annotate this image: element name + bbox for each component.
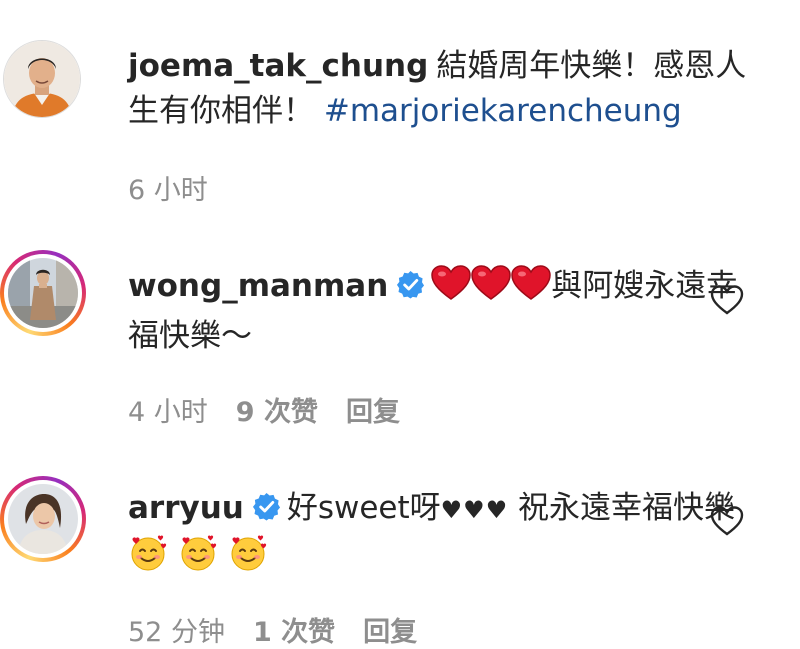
comment-body: 好sweet呀: [286, 490, 441, 526]
avatar[interactable]: [3, 40, 81, 118]
verified-badge-icon: [396, 270, 425, 299]
reply-button[interactable]: 回复: [346, 397, 400, 428]
comment-meta: 6 小时: [128, 168, 236, 207]
black-hearts: ♥♥♥: [440, 496, 509, 524]
comment-item: wong_manman 與阿嫂永遠幸福快樂～ 4 小时 9 次赞 回复: [0, 220, 800, 450]
hashtag-link[interactable]: #marjoriekarencheung: [324, 93, 682, 129]
comment-meta: 4 小时 9 次赞 回复: [128, 390, 428, 429]
likes-count[interactable]: 9 次赞: [236, 397, 318, 428]
comment-time[interactable]: 6 小时: [128, 175, 208, 206]
comment-item: arryuu 好sweet呀♥♥♥ 祝永遠幸福快樂 52 分钟 1 次赞 回复: [0, 450, 800, 648]
red-heart-icon: [431, 265, 551, 314]
comment-item: joema_tak_chung 結婚周年快樂！感恩人生有你相伴！ #marjori…: [0, 0, 800, 220]
profile-photo-icon: [8, 484, 78, 554]
like-heart-icon[interactable]: [710, 505, 744, 537]
comment-time[interactable]: 52 分钟: [128, 617, 225, 648]
smiling-face-with-hearts-icon: [128, 533, 268, 586]
comment-username[interactable]: wong_manman: [128, 268, 388, 304]
comment-text: arryuu 好sweet呀♥♥♥ 祝永遠幸福快樂: [128, 486, 748, 586]
comment-text: wong_manman 與阿嫂永遠幸福快樂～: [128, 264, 748, 359]
avatar: [8, 484, 78, 554]
story-ring[interactable]: [0, 476, 86, 562]
profile-photo-icon: [8, 258, 78, 328]
comment-body-continued: 祝永遠幸福快樂: [508, 490, 736, 526]
comment-time[interactable]: 4 小时: [128, 397, 208, 428]
likes-count[interactable]: 1 次赞: [253, 617, 335, 648]
comment-meta: 52 分钟 1 次赞 回复: [128, 610, 445, 649]
avatar: [8, 258, 78, 328]
like-heart-icon[interactable]: [710, 284, 744, 316]
comment-username[interactable]: arryuu: [128, 490, 244, 526]
story-ring[interactable]: [0, 250, 86, 336]
verified-badge-icon: [252, 492, 281, 521]
comment-username[interactable]: joema_tak_chung: [128, 48, 428, 84]
profile-photo-icon: [4, 41, 80, 117]
comment-text: joema_tak_chung 結婚周年快樂！感恩人生有你相伴！ #marjori…: [128, 44, 748, 134]
reply-button[interactable]: 回复: [363, 617, 417, 648]
